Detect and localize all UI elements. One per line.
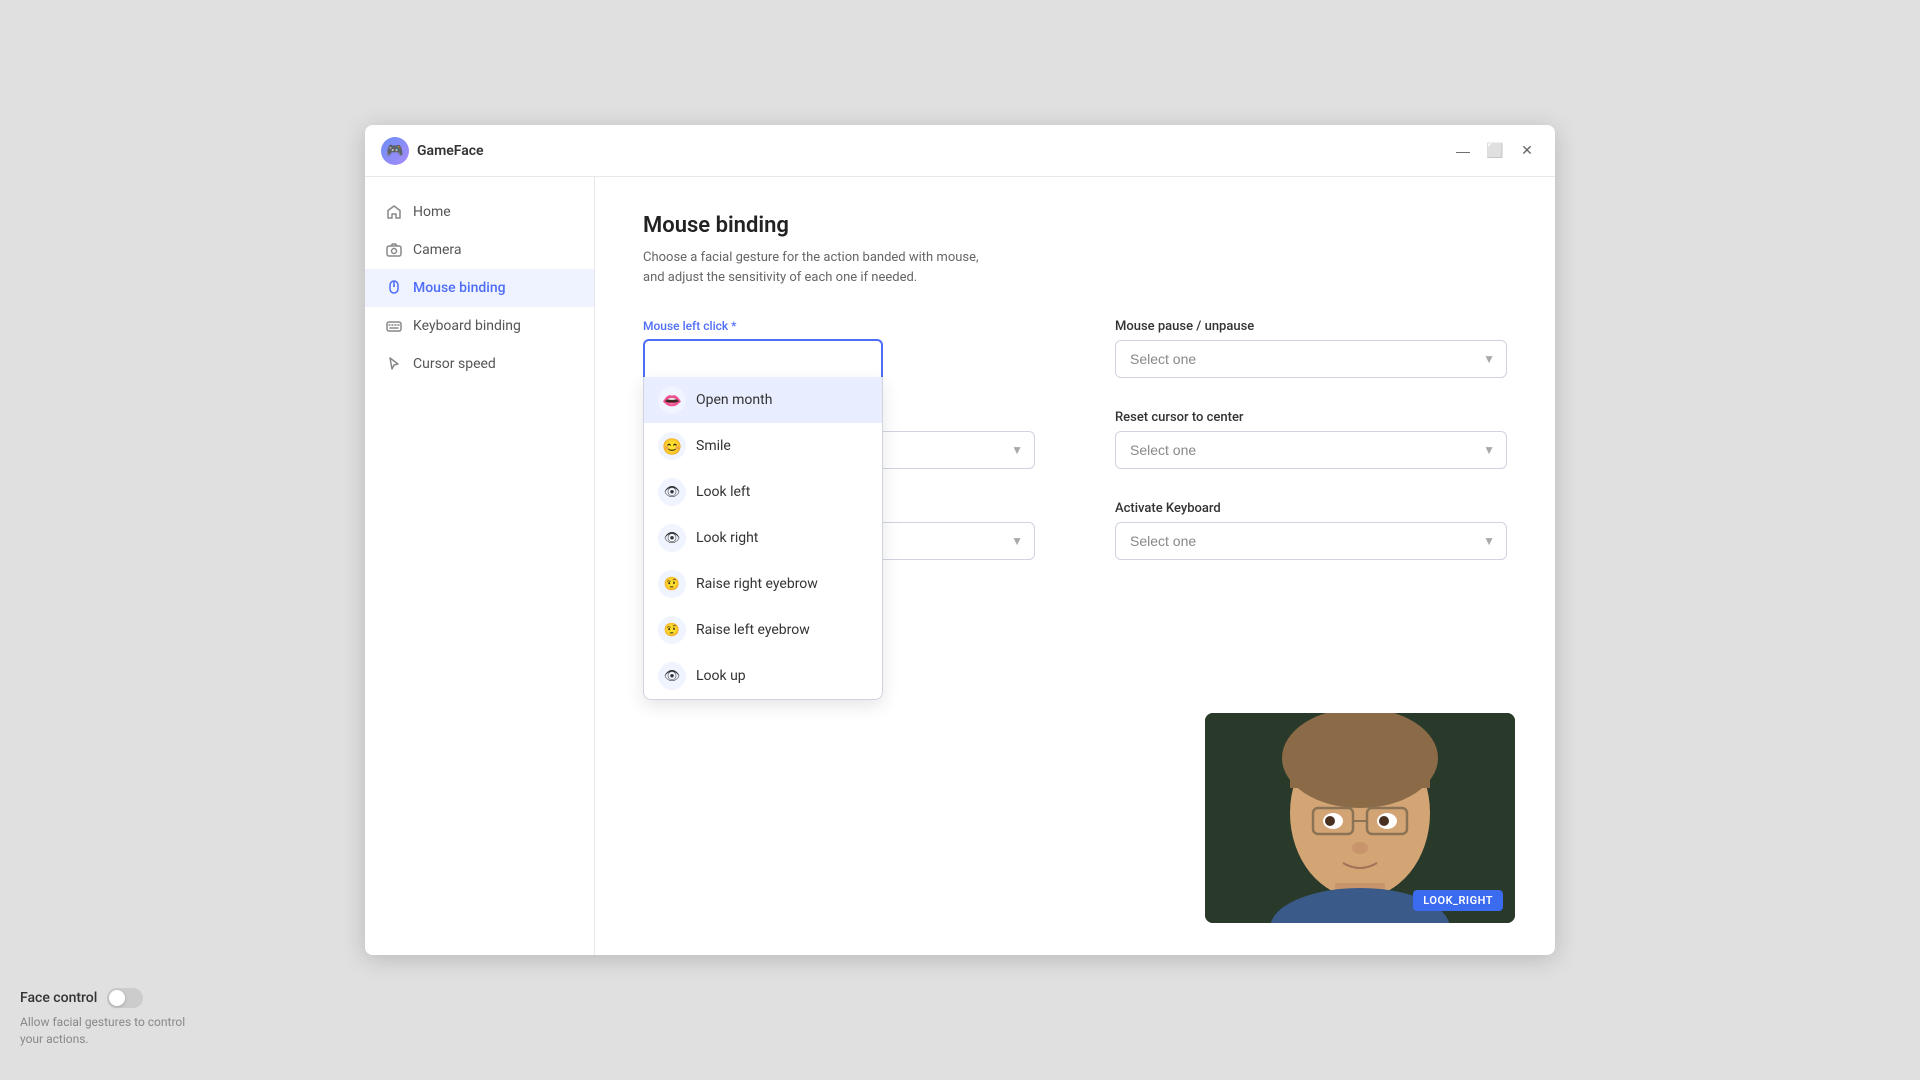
look-up-icon: 👁: [658, 662, 686, 690]
option-label-look-left: Look left: [696, 484, 750, 500]
option-look-up[interactable]: 👁 Look up: [644, 653, 882, 699]
smile-icon: 😊: [658, 432, 686, 460]
home-icon: [385, 203, 403, 221]
close-button[interactable]: ✕: [1515, 139, 1539, 163]
reset-cursor-label: Reset cursor to center: [1115, 410, 1507, 425]
bindings-row-1: Mouse left click * 👄 Open month 😊 Smile: [643, 319, 1507, 378]
page-description: Choose a facial gesture for the action b…: [643, 248, 1003, 287]
binding-mouse-left-click: Mouse left click * 👄 Open month 😊 Smile: [643, 319, 1035, 378]
option-label-look-right: Look right: [696, 530, 758, 546]
sidebar-item-keyboard-binding[interactable]: Keyboard binding: [365, 307, 594, 345]
mouse-pause-label: Mouse pause / unpause: [1115, 319, 1507, 334]
option-look-right[interactable]: 👁 Look right: [644, 515, 882, 561]
reset-cursor-select-wrapper: Select one ▼: [1115, 431, 1507, 469]
app-logo-icon: 🎮: [381, 137, 409, 165]
app-title: GameFace: [417, 143, 484, 159]
sidebar-item-home[interactable]: Home: [365, 193, 594, 231]
reset-cursor-select[interactable]: Select one: [1115, 431, 1507, 469]
minimize-button[interactable]: —: [1451, 139, 1475, 163]
mouse-icon: [385, 279, 403, 297]
option-label-raise-right-eyebrow: Raise right eyebrow: [696, 576, 818, 592]
keyboard-icon: [385, 317, 403, 335]
camera-preview: LOOK_RIGHT: [1205, 713, 1515, 923]
sidebar-item-cursor-speed[interactable]: Cursor speed: [365, 345, 594, 383]
option-label-raise-left-eyebrow: Raise left eyebrow: [696, 622, 810, 638]
look-left-icon: 👁: [658, 478, 686, 506]
sidebar-item-mouse-binding[interactable]: Mouse binding: [365, 269, 594, 307]
sidebar: Home Camera: [365, 177, 595, 955]
option-label-smile: Smile: [696, 438, 731, 454]
activate-keyboard-label: Activate Keyboard: [1115, 501, 1507, 516]
option-open-mouth[interactable]: 👄 Open month: [644, 377, 882, 423]
camera-icon: [385, 241, 403, 259]
mouse-left-click-dropdown-container: 👄 Open month 😊 Smile 👁 Look left: [643, 339, 883, 377]
sidebar-label-keyboard-binding: Keyboard binding: [413, 318, 521, 334]
mouse-left-click-input[interactable]: [643, 339, 883, 377]
required-indicator: *: [731, 319, 736, 333]
look-right-icon: 👁: [658, 524, 686, 552]
sidebar-label-mouse-binding: Mouse binding: [413, 280, 506, 296]
page-title: Mouse binding: [643, 213, 1507, 238]
content-area: Home Camera: [365, 177, 1555, 955]
titlebar-left: 🎮 GameFace: [381, 137, 484, 165]
restore-button[interactable]: ⬜: [1483, 139, 1507, 163]
raise-left-eyebrow-icon: 🤨: [658, 616, 686, 644]
binding-mouse-pause: Mouse pause / unpause Select one ▼: [1115, 319, 1507, 378]
mouse-pause-select-wrapper: Select one ▼: [1115, 340, 1507, 378]
option-label-look-up: Look up: [696, 668, 746, 684]
sidebar-item-camera[interactable]: Camera: [365, 231, 594, 269]
titlebar: 🎮 GameFace — ⬜ ✕: [365, 125, 1555, 177]
option-smile[interactable]: 😊 Smile: [644, 423, 882, 469]
binding-reset-cursor: Reset cursor to center Select one ▼: [1115, 410, 1507, 469]
option-label-open-mouth: Open month: [696, 392, 772, 408]
app-window: 🎮 GameFace — ⬜ ✕ Home: [365, 125, 1555, 955]
look-right-badge: LOOK_RIGHT: [1413, 890, 1503, 911]
camera-preview-inner: LOOK_RIGHT: [1205, 713, 1515, 923]
option-look-left[interactable]: 👁 Look left: [644, 469, 882, 515]
sidebar-label-home: Home: [413, 204, 451, 220]
sidebar-label-camera: Camera: [413, 242, 462, 258]
mouse-left-click-label: Mouse left click *: [643, 319, 1035, 333]
cursor-icon: [385, 355, 403, 373]
sidebar-label-cursor-speed: Cursor speed: [413, 356, 496, 372]
raise-right-eyebrow-icon: 🤨: [658, 570, 686, 598]
mouse-pause-select[interactable]: Select one: [1115, 340, 1507, 378]
activate-keyboard-select[interactable]: Select one: [1115, 522, 1507, 560]
option-raise-left-eyebrow[interactable]: 🤨 Raise left eyebrow: [644, 607, 882, 653]
titlebar-controls: — ⬜ ✕: [1451, 139, 1539, 163]
main-content: Mouse binding Choose a facial gesture fo…: [595, 177, 1555, 955]
option-raise-right-eyebrow[interactable]: 🤨 Raise right eyebrow: [644, 561, 882, 607]
mouse-left-click-menu: 👄 Open month 😊 Smile 👁 Look left: [643, 377, 883, 700]
binding-activate-keyboard: Activate Keyboard Select one ▼: [1115, 501, 1507, 560]
open-mouth-icon: 👄: [658, 386, 686, 414]
activate-keyboard-select-wrapper: Select one ▼: [1115, 522, 1507, 560]
